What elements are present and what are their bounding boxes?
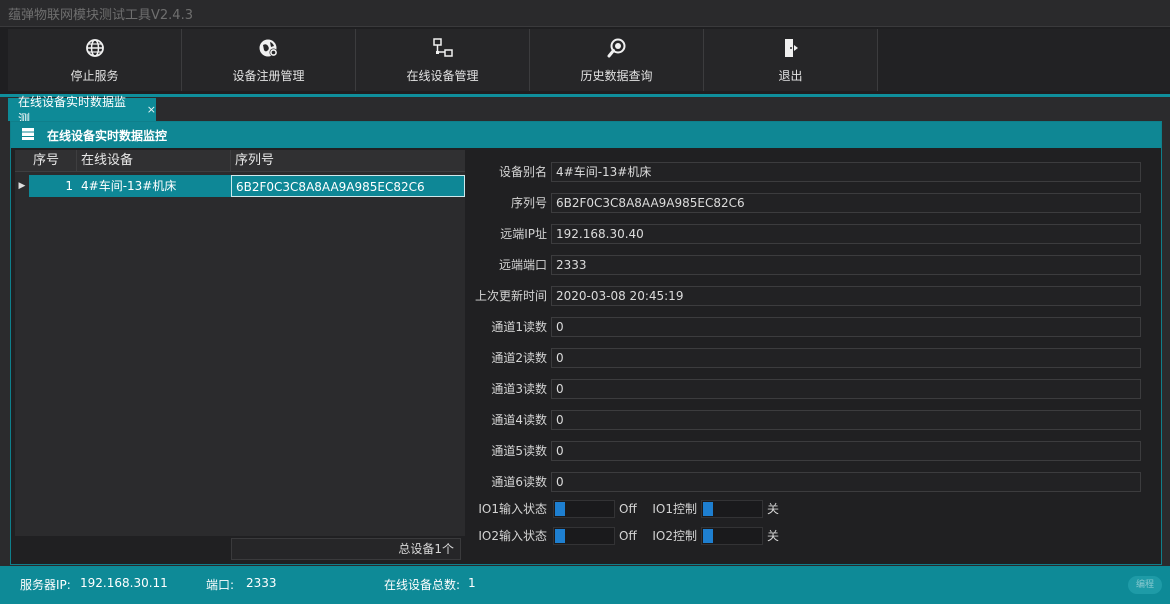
remote-ip-field[interactable]: 192.168.30.40 [551,224,1141,244]
port-label: 端口: [206,578,235,592]
server-ip-value: 192.168.30.11 [80,576,168,590]
row-index-cell[interactable]: 1 [29,175,77,197]
io1-input-toggle[interactable] [553,500,615,518]
network-icon [432,37,454,59]
tab-bar: 在线设备实时数据监测 × [0,95,1170,126]
title-bar: 蕴弹物联网模块测试工具V2.4.3 [0,0,1170,26]
io1-input-label: IO1输入状态 [478,502,547,516]
channel2-label: 通道2读数 [491,351,547,365]
status-bar: 服务器IP: 192.168.30.11 端口: 2333 在线设备总数: 1 … [0,566,1170,604]
channel3-field[interactable]: 0 [551,379,1141,399]
stop-service-label: 停止服务 [70,68,119,83]
io1-control-label: IO1控制 [652,502,697,516]
remote-port-label: 远端端口 [498,258,547,272]
serial-field[interactable]: 6B2F0C3C8A8AA9A985EC82C6 [551,193,1141,213]
device-registration-label: 设备注册管理 [232,68,305,83]
io1-control-knob [703,502,713,516]
row-device-cell[interactable]: 4#车间-13#机床 [77,175,231,197]
serial-label: 序列号 [510,196,547,210]
globe-icon [84,37,106,59]
io2-control-state: 关 [767,529,780,543]
channel4-label: 通道4读数 [491,413,547,427]
watermark-badge: 编程 [1128,576,1162,594]
last-update-field[interactable]: 2020-03-08 20:45:19 [551,286,1141,306]
channel1-label: 通道1读数 [491,320,547,334]
monitor-panel: 在线设备实时数据监控 序号 在线设备 序列号 ▶ 1 4#车间-13#机床 6B… [10,121,1162,565]
channel5-label: 通道5读数 [491,444,547,458]
exit-label: 退出 [778,68,803,83]
row-selector-icon: ▶ [18,181,26,191]
column-header-device[interactable]: 在线设备 [77,150,231,172]
io2-control-toggle[interactable] [701,527,763,545]
channel6-field[interactable]: 0 [551,472,1141,492]
column-header-index[interactable]: 序号 [29,150,77,172]
io2-input-toggle[interactable] [553,527,615,545]
toolbar-empty-area [878,29,1170,91]
history-query-label: 历史数据查询 [580,68,653,83]
channel5-field[interactable]: 0 [551,441,1141,461]
exit-button[interactable]: 退出 [704,29,878,91]
channel1-field[interactable]: 0 [551,317,1141,337]
panel-title: 在线设备实时数据监控 [47,128,168,143]
last-update-label: 上次更新时间 [474,289,547,303]
channel3-label: 通道3读数 [491,382,547,396]
online-device-management-label: 在线设备管理 [406,68,479,83]
panel-header: 在线设备实时数据监控 [11,122,1161,148]
server-ip-label: 服务器IP: [20,578,71,592]
alias-field[interactable]: 4#车间-13#机床 [551,162,1141,182]
toolbar: 停止服务 设备注册管理 在线设备管理 历史数据查询 退出 [0,26,1170,94]
magnifier-icon [606,37,628,59]
io2-control-knob [703,529,713,543]
online-count-label: 在线设备总数: [384,578,461,592]
app-title: 蕴弹物联网模块测试工具V2.4.3 [8,8,193,23]
io2-input-state: Off [619,529,637,543]
io1-input-state: Off [619,502,637,516]
online-count-value: 1 [468,576,476,590]
globe-gear-icon [258,37,280,59]
channel4-field[interactable]: 0 [551,410,1141,430]
tab-realtime-monitor[interactable]: 在线设备实时数据监测 × [8,95,156,126]
total-devices-label: 总设备1个 [231,538,461,560]
server-icon [21,127,35,144]
device-registration-button[interactable]: 设备注册管理 [182,29,356,91]
remote-port-field[interactable]: 2333 [551,255,1141,275]
io2-control-label: IO2控制 [652,529,697,543]
alias-label: 设备别名 [498,165,547,179]
io1-input-knob [555,502,565,516]
stop-service-button[interactable]: 停止服务 [8,29,182,91]
port-value: 2333 [246,576,277,590]
io2-input-knob [555,529,565,543]
io2-input-label: IO2输入状态 [478,529,547,543]
io1-control-state: 关 [767,502,780,516]
tab-close-icon[interactable]: × [147,103,156,116]
channel6-label: 通道6读数 [491,475,547,489]
io1-control-toggle[interactable] [701,500,763,518]
exit-door-icon [780,37,802,59]
online-device-management-button[interactable]: 在线设备管理 [356,29,530,91]
history-query-button[interactable]: 历史数据查询 [530,29,704,91]
remote-ip-label: 远端IP址 [500,227,547,241]
channel2-field[interactable]: 0 [551,348,1141,368]
